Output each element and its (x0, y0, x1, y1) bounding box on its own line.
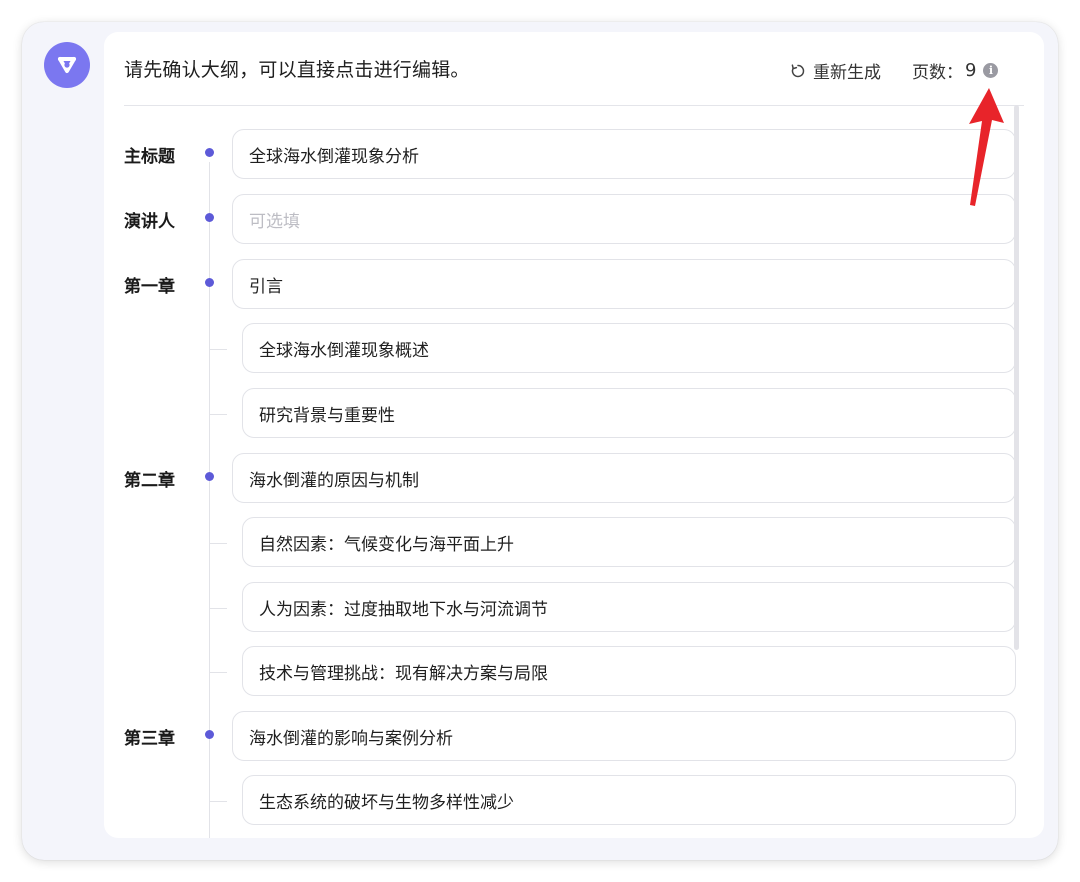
scrollbar-thumb[interactable] (1014, 105, 1019, 650)
outline-dot (205, 213, 214, 222)
assistant-avatar (44, 42, 90, 88)
outline-tick (209, 414, 227, 415)
chapter-1-section-1-field[interactable]: 全球海水倒灌现象概述 (242, 323, 1016, 373)
outline-tick (209, 349, 227, 350)
chapter-3-section-1-field[interactable]: 生态系统的破坏与生物多样性减少 (242, 775, 1016, 825)
outline-list: 主标题 全球海水倒灌现象分析 演讲人 可选填 第一章 引言 全球海水倒灌现象概述… (104, 32, 1044, 838)
chapter-2-label: 第二章 (124, 471, 175, 491)
chapter-2-title-field[interactable]: 海水倒灌的原因与机制 (232, 453, 1016, 503)
outline-card: 请先确认大纲，可以直接点击进行编辑。 重新生成 页数： 9 i 主标题 全球海水… (104, 32, 1044, 838)
main-title-field[interactable]: 全球海水倒灌现象分析 (232, 129, 1016, 179)
chapter-2-section-3-field[interactable]: 技术与管理挑战：现有解决方案与局限 (242, 646, 1016, 696)
chapter-1-label: 第一章 (124, 277, 175, 297)
chapter-2-section-2-field[interactable]: 人为因素：过度抽取地下水与河流调节 (242, 582, 1016, 632)
speaker-label: 演讲人 (124, 212, 175, 232)
outline-tick (209, 672, 227, 673)
assistant-logo-icon (58, 57, 76, 73)
outline-dot (205, 730, 214, 739)
speaker-field[interactable]: 可选填 (232, 194, 1016, 244)
outline-tick (209, 543, 227, 544)
outline-tick (209, 608, 227, 609)
main-title-label: 主标题 (124, 147, 175, 167)
chapter-3-title-field[interactable]: 海水倒灌的影响与案例分析 (232, 711, 1016, 761)
outline-dot (205, 472, 214, 481)
chapter-1-title-field[interactable]: 引言 (232, 259, 1016, 309)
outline-tick (209, 801, 227, 802)
chapter-1-section-2-field[interactable]: 研究背景与重要性 (242, 388, 1016, 438)
chapter-2-section-1-field[interactable]: 自然因素：气候变化与海平面上升 (242, 517, 1016, 567)
dialog-window: 请先确认大纲，可以直接点击进行编辑。 重新生成 页数： 9 i 主标题 全球海水… (22, 22, 1058, 860)
chapter-3-label: 第三章 (124, 729, 175, 749)
outline-dot (205, 278, 214, 287)
outline-dot (205, 148, 214, 157)
